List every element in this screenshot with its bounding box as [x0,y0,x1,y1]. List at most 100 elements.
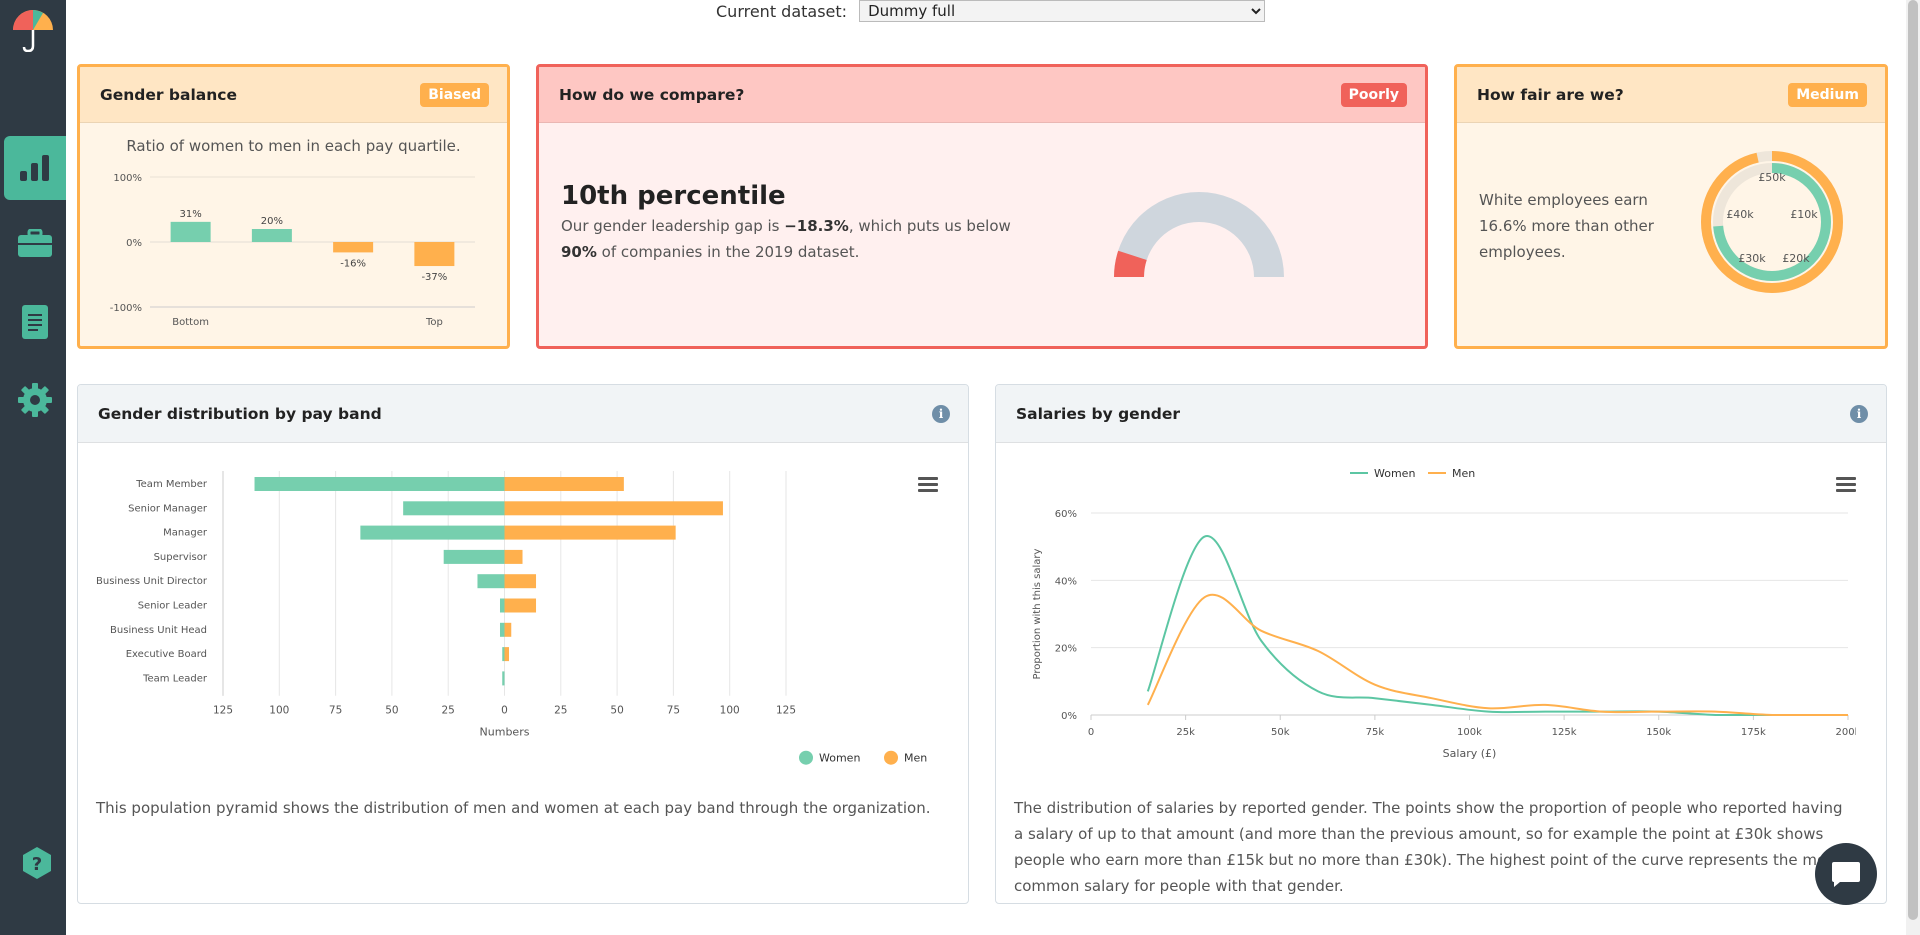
women-bar [499,622,505,637]
quartile-bar-chart: 100% 0% -100% 31% Bottom 20% -16% -37% Top [110,173,475,328]
x-axis-title: Numbers [480,726,530,739]
x-tick-label: 75 [667,705,680,717]
dataset-select[interactable]: Dummy full [859,0,1266,22]
pct-value: 90% [561,243,597,261]
card-title: Gender balance [100,85,237,104]
sidebar-item-document[interactable] [4,290,66,354]
bar-value-label: -16% [340,258,366,269]
sidebar-item-briefcase[interactable] [4,212,66,276]
women-bar [403,501,505,516]
x-tick-label: 0 [501,705,508,717]
chart-subtitle: Ratio of women to men in each pay quarti… [126,137,461,155]
x-tick-label: 100 [720,705,740,717]
x-tick-label: 0 [1088,727,1094,738]
compare-description: Our gender leadership gap is −18.3%, whi… [561,213,1011,265]
card-title: Gender distribution by pay band [98,404,382,423]
card-header: Salaries by gender i [996,385,1886,443]
y-category-label: Executive Board [126,649,207,660]
sidebar-item-dashboard[interactable] [4,136,66,200]
x-tick-label: 25 [442,705,455,717]
women-bar [502,671,505,686]
y-category-label: Manager [163,528,208,539]
x-category-label: Top [425,317,443,328]
card-header: How do we compare? Poorly [539,67,1425,123]
page-scrollbar[interactable] [1906,0,1920,935]
salary-line-chart: 0% 20% 40% 60% 0 25k 50k 75k 100k 125k 150k 175k 200… [1032,467,1856,760]
y-category-label: Team Leader [142,673,208,684]
info-icon[interactable]: i [1850,404,1868,423]
card-header: Gender distribution by pay band i [78,385,968,443]
men-bar [504,501,723,516]
x-tick-label: 50 [610,705,623,717]
men-bar [504,525,676,540]
quartile-bar [170,221,211,242]
y-tick-label: 0% [126,238,142,249]
salaries-description: The distribution of salaries by reported… [1014,799,1843,895]
document-icon [22,305,48,339]
x-tick-label: 50 [385,705,398,717]
ring-label-10k: £10k [1790,208,1818,221]
quartile-bar [414,242,455,267]
gender-balance-card: Gender balance Biased Ratio of women to … [77,64,510,349]
sidebar-item-settings[interactable] [4,368,66,432]
percentile-headline: 10th percentile [561,181,786,211]
x-tick-label: 150k [1646,727,1671,738]
gear-icon [18,383,52,417]
x-tick-label: 175k [1741,727,1766,738]
women-bar [477,574,505,589]
help-icon[interactable]: ? [20,846,54,880]
fairness-card: How fair are we? Medium White employees … [1454,64,1888,349]
chat-button[interactable] [1815,843,1877,905]
population-pyramid-chart: 125 100 75 50 25 0 25 50 75 100 125 Team Member Seni… [96,471,927,765]
ring-label-40k: £40k [1726,208,1754,221]
bar-chart-icon [20,155,49,181]
x-tick-label: 200k [1836,727,1856,738]
compare-card: How do we compare? Poorly 10th percentil… [536,64,1428,349]
compare-text: 10th percentile Our gender leadership ga… [561,181,1011,265]
dataset-selector-bar: Current dataset: Dummy full [716,0,1266,22]
legend-label: Women [1374,467,1415,480]
status-badge: Medium [1788,82,1867,107]
x-tick-label: 75k [1366,727,1385,738]
y-tick-label: 40% [1055,576,1077,587]
svg-text:?: ? [32,854,42,875]
x-tick-label: 125 [213,705,233,717]
x-tick-label: 125 [776,705,796,717]
legend-men-label: Men [904,752,927,765]
women-bar [360,525,505,540]
y-tick-label: 60% [1055,509,1077,520]
card-title: How do we compare? [559,85,745,104]
y-category-label: Senior Manager [128,503,208,514]
x-category-label: Bottom [172,317,209,328]
info-icon[interactable]: i [932,404,950,423]
card-title: How fair are we? [1477,85,1624,104]
x-tick-label: 75 [329,705,342,717]
women-bar [443,549,505,564]
compare-text-1: Our gender leadership gap is [561,217,785,235]
y-tick-label: 100% [113,173,142,184]
briefcase-icon [18,229,52,257]
chat-bubble-icon [1832,862,1860,887]
umbrella-logo-icon[interactable] [10,10,56,53]
men-bar [504,647,510,662]
men-bar [504,598,537,613]
x-tick-label: 25 [554,705,567,717]
compare-text-3: of companies in the 2019 dataset. [596,243,860,261]
y-category-label: Business Unit Head [110,625,207,636]
percentile-gauge [1114,192,1284,277]
salaries-card: Salaries by gender i 0% 20% 40% 60% 0 25k 50k 7… [995,384,1887,904]
legend-women-label: Women [819,752,860,765]
men-bar [504,574,537,589]
ring-label-30k: £30k [1738,252,1766,265]
legend-men-marker [884,750,898,765]
gap-value: −18.3% [784,217,849,235]
legend-label: Men [1452,467,1475,480]
y-category-label: Business Unit Director [96,576,208,587]
card-header: Gender balance Biased [80,67,507,123]
x-axis-title: Salary (£) [1443,747,1497,760]
y-tick-label: -100% [110,303,142,314]
distribution-card: Gender distribution by pay band i 125 100… [77,384,969,904]
scrollbar-thumb[interactable] [1908,0,1918,920]
compare-text-2: , which puts us below [848,217,1011,235]
status-badge: Poorly [1340,82,1407,107]
